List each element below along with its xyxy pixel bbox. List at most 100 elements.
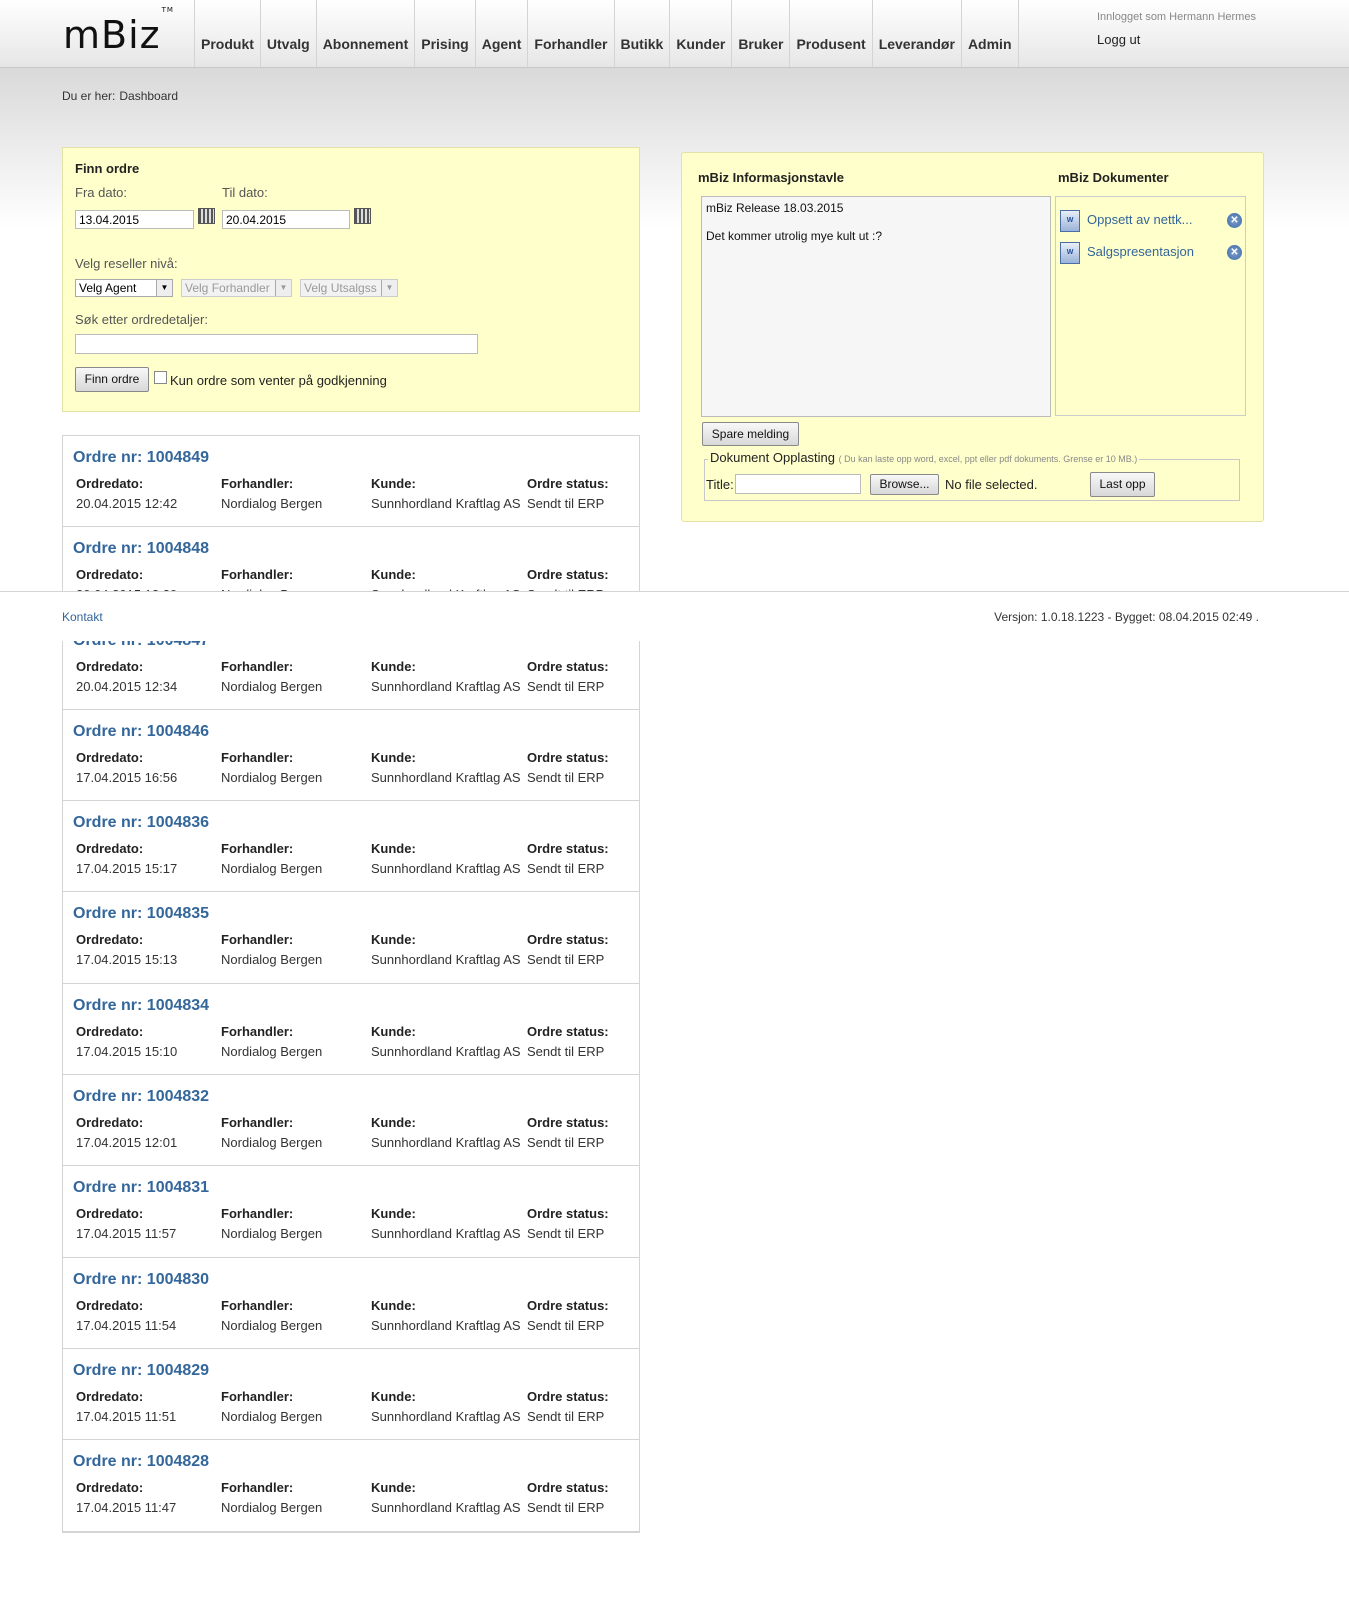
nav-item[interactable]: Kunder <box>669 0 731 67</box>
info-panel: mBiz Informasjonstavle mBiz Dokumenter m… <box>681 152 1264 522</box>
order-date-header: Ordredato: <box>76 1023 144 1039</box>
nav-item[interactable]: Prising <box>414 0 474 67</box>
order-row: Ordre nr: 1004828 Ordredato: Forhandler: Ku… <box>63 1440 639 1532</box>
order-customer: Sunnhordland Kraftlag AS <box>371 1317 521 1333</box>
order-row: Ordre nr: 1004846 Ordredato: Forhandler: Ku… <box>63 710 639 802</box>
order-customer-header: Kunde: <box>371 476 416 491</box>
outlet-select-value: Velg Utsalgss <box>304 281 377 295</box>
agent-select-value: Velg Agent <box>79 281 137 295</box>
browse-button[interactable]: Browse... <box>870 474 939 495</box>
breadcrumb-current: Dashboard <box>119 89 179 103</box>
order-status: Sendt til ERP <box>527 861 605 877</box>
document-link[interactable]: Salgspresentasjon <box>1087 244 1194 259</box>
documents-title: mBiz Dokumenter <box>1058 170 1169 185</box>
order-customer-header: Kunde: <box>371 932 416 948</box>
order-title[interactable]: Ordre nr: 1004848 <box>73 540 209 558</box>
nav-item[interactable]: Bruker <box>731 0 789 67</box>
find-order-button[interactable]: Finn ordre <box>75 367 149 392</box>
nav-item[interactable]: Produkt <box>194 0 260 67</box>
document-link[interactable]: Oppsett av nettk... <box>1087 212 1193 227</box>
order-status: Sendt til ERP <box>527 1317 605 1333</box>
info-board-textarea[interactable]: mBiz Release 18.03.2015 Det kommer utrol… <box>701 196 1051 417</box>
order-title[interactable]: Ordre nr: 1004828 <box>73 1453 209 1471</box>
order-row: Ordre nr: 1004830 Ordredato: Forhandler: Ku… <box>63 1258 639 1349</box>
order-status: Sendt til ERP <box>527 1135 605 1151</box>
order-title[interactable]: Ordre nr: 1004834 <box>73 997 209 1015</box>
order-status-header: Ordre status: <box>527 932 609 948</box>
nav-item[interactable]: Produsent <box>789 0 871 67</box>
order-status-header: Ordre status: <box>527 1206 609 1222</box>
order-status-header: Ordre status: <box>527 658 609 674</box>
order-title[interactable]: Ordre nr: 1004836 <box>73 814 209 832</box>
order-title[interactable]: Ordre nr: 1004831 <box>73 1179 209 1197</box>
order-row: Ordre nr: 1004829 Ordredato: Forhandler: Ku… <box>63 1349 639 1441</box>
order-title[interactable]: Ordre nr: 1004835 <box>73 905 209 923</box>
order-date-header: Ordredato: <box>76 749 144 765</box>
order-dealer: Nordialog Bergen <box>221 1135 323 1151</box>
save-message-button[interactable]: Spare melding <box>702 422 799 446</box>
delete-icon[interactable]: ✕ <box>1227 213 1242 228</box>
from-date-input[interactable]: 13.04.2015 <box>75 210 194 229</box>
contact-link[interactable]: Kontakt <box>62 610 103 624</box>
nav-item[interactable]: Leverandør <box>871 0 961 67</box>
order-title[interactable]: Ordre nr: 1004846 <box>73 723 209 741</box>
logout-link[interactable]: Logg ut <box>1097 32 1140 47</box>
order-title[interactable]: Ordre nr: 1004832 <box>73 1088 209 1106</box>
order-customer-header: Kunde: <box>371 658 416 674</box>
nav-item[interactable]: Forhandler <box>527 0 613 67</box>
order-customer: Sunnhordland Kraftlag AS <box>371 1135 521 1151</box>
nav-item[interactable]: Utvalg <box>259 0 316 67</box>
order-row: Ordre nr: 1004835 Ordredato: Forhandler: Ku… <box>63 892 639 984</box>
chevron-down-icon: ▼ <box>381 280 397 296</box>
order-dealer-header: Forhandler: <box>221 932 294 948</box>
nav-item[interactable]: Agent <box>474 0 528 67</box>
order-date-header: Ordredato: <box>76 1480 144 1496</box>
nav-item[interactable]: Abonnement <box>315 0 415 67</box>
order-dealer: Nordialog Bergen <box>221 1317 323 1333</box>
login-info: Innlogget som Hermann Hermes <box>1097 11 1256 23</box>
order-date-header: Ordredato: <box>76 1388 144 1404</box>
order-title[interactable]: Ordre nr: 1004830 <box>73 1271 209 1289</box>
pending-approval-checkbox[interactable] <box>154 371 167 384</box>
order-customer-header: Kunde: <box>371 1206 416 1222</box>
mbiz-logo[interactable]: mBizTM <box>63 6 174 57</box>
outlet-select[interactable]: Velg Utsalgss ▼ <box>300 279 398 297</box>
board-line: Det kommer utrolig mye kult ut :? <box>706 229 883 243</box>
order-customer: Sunnhordland Kraftlag AS <box>371 952 521 968</box>
breadcrumb: Du er her: Dashboard <box>62 89 182 103</box>
logo-text: mBiz <box>63 13 161 57</box>
delete-icon[interactable]: ✕ <box>1227 245 1242 260</box>
calendar-icon[interactable] <box>354 208 371 224</box>
order-title[interactable]: Ordre nr: 1004849 <box>73 449 209 467</box>
upload-note: ( Du kan laste opp word, excel, ppt elle… <box>838 454 1138 464</box>
order-customer: Sunnhordland Kraftlag AS <box>371 1226 521 1242</box>
upload-button[interactable]: Last opp <box>1090 472 1155 497</box>
board-line: mBiz Release 18.03.2015 <box>706 201 844 215</box>
agent-select[interactable]: Velg Agent ▼ <box>75 279 173 297</box>
order-status: Sendt til ERP <box>527 678 605 694</box>
calendar-icon[interactable] <box>198 208 215 224</box>
nav-item[interactable]: Admin <box>960 0 1019 67</box>
order-customer-header: Kunde: <box>371 1297 416 1313</box>
order-date: 17.04.2015 15:13 <box>76 952 178 968</box>
footer: Kontakt Versjon: 1.0.18.1223 - Bygget: 0… <box>0 591 1349 641</box>
order-dealer: Nordialog Bergen <box>221 1408 323 1424</box>
order-title[interactable]: Ordre nr: 1004829 <box>73 1362 209 1380</box>
info-board-title: mBiz Informasjonstavle <box>698 170 844 185</box>
order-search-input[interactable] <box>75 334 478 354</box>
dealer-select[interactable]: Velg Forhandler ▼ <box>181 279 292 297</box>
upload-title-input[interactable] <box>735 474 861 494</box>
order-dealer: Nordialog Bergen <box>221 1226 323 1242</box>
order-date: 17.04.2015 11:54 <box>76 1317 177 1333</box>
order-status: Sendt til ERP <box>527 1500 605 1516</box>
no-file-text: No file selected. <box>945 477 1038 492</box>
order-dealer: Nordialog Bergen <box>221 861 323 877</box>
nav-item[interactable]: Butikk <box>613 0 670 67</box>
order-status: Sendt til ERP <box>527 496 605 511</box>
order-customer: Sunnhordland Kraftlag AS <box>371 769 521 785</box>
order-dealer-header: Forhandler: <box>221 1388 294 1404</box>
order-status: Sendt til ERP <box>527 952 605 968</box>
order-date: 17.04.2015 11:47 <box>76 1500 177 1516</box>
to-date-input[interactable]: 20.04.2015 <box>222 210 350 229</box>
word-document-icon: W <box>1060 210 1080 232</box>
